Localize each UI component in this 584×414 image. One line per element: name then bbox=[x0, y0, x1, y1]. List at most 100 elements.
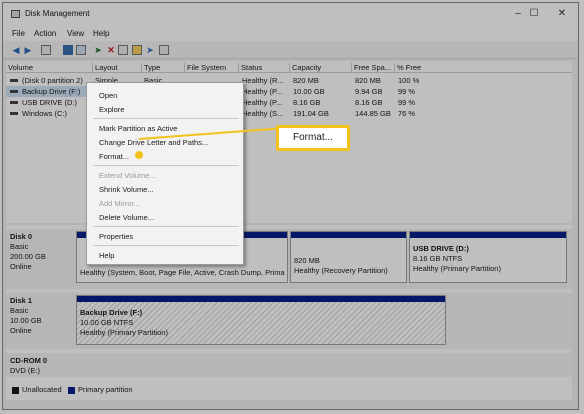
volume-name: (Disk 0 partition 2) bbox=[22, 76, 83, 85]
disk-0-state: Online bbox=[10, 262, 32, 271]
volume-capacity: 8.16 GB bbox=[293, 98, 321, 107]
legend-unallocated: Unallocated bbox=[22, 385, 62, 394]
menu-separator bbox=[93, 165, 239, 166]
volume-icon bbox=[10, 112, 18, 115]
menu-item-explore[interactable]: Explore bbox=[99, 105, 124, 114]
menu-item-add-mirror: Add Mirror... bbox=[99, 199, 140, 208]
help-icon[interactable] bbox=[76, 45, 86, 55]
disk-0-type: Basic bbox=[10, 242, 29, 251]
menu-separator bbox=[93, 118, 239, 119]
properties-icon[interactable] bbox=[63, 45, 73, 55]
volume-name: USB DRIVE (D:) bbox=[22, 98, 78, 107]
menu-item-format[interactable]: Format... bbox=[99, 152, 129, 161]
column-volume[interactable]: Volume bbox=[6, 63, 33, 73]
volume-status: Healthy (S... bbox=[242, 109, 284, 118]
window-title: Disk Management bbox=[25, 9, 90, 18]
volume-icon bbox=[10, 90, 18, 93]
menu-item-change-letter[interactable]: Change Drive Letter and Paths... bbox=[99, 138, 208, 147]
menu-item-help[interactable]: Help bbox=[99, 251, 114, 260]
menu-item-open[interactable]: Open bbox=[99, 91, 117, 100]
disk-1-state: Online bbox=[10, 326, 32, 335]
callout-dot bbox=[135, 151, 143, 159]
partition-status: Healthy (System, Boot, Page File, Active… bbox=[80, 268, 285, 277]
volume-row-details[interactable]: Healthy (P... 10.00 GB 9.94 GB 99 % bbox=[236, 86, 536, 97]
partition-bar bbox=[291, 232, 406, 238]
column-status[interactable]: Status bbox=[238, 63, 262, 73]
connect-icon[interactable]: ➤ bbox=[93, 45, 103, 55]
volume-percent: 99 % bbox=[398, 87, 416, 96]
cdrom-info[interactable]: CD-ROM 0 DVD (E:) bbox=[10, 356, 74, 376]
back-icon[interactable]: ◀ bbox=[11, 45, 21, 55]
cdrom-name: CD-ROM 0 bbox=[10, 356, 48, 365]
partition-bar bbox=[410, 232, 566, 238]
partition-usb-drive[interactable]: USB DRIVE (D:) 8.16 GB NTFS Healthy (Pri… bbox=[409, 231, 567, 283]
disk-0-info[interactable]: Disk 0 Basic 200.00 GB Online bbox=[10, 232, 74, 272]
up-icon[interactable] bbox=[41, 45, 51, 55]
disk-1-size: 10.00 GB bbox=[10, 316, 42, 325]
primary-swatch bbox=[68, 387, 75, 394]
volume-list-header: Volume Layout Type File System Status Ca… bbox=[6, 61, 572, 73]
column-percent-free[interactable]: % Free bbox=[394, 63, 421, 73]
menu-file[interactable]: File bbox=[12, 29, 25, 38]
volume-icon bbox=[10, 101, 18, 104]
menu-separator bbox=[93, 245, 239, 246]
partition-recovery[interactable]: 820 MB Healthy (Recovery Partition) bbox=[290, 231, 407, 283]
menu-view[interactable]: View bbox=[67, 29, 84, 38]
menu-item-mark-active[interactable]: Mark Partition as Active bbox=[99, 124, 177, 133]
menu-bar: File Action View Help bbox=[3, 25, 578, 41]
partition-bar bbox=[77, 296, 445, 302]
volume-capacity: 820 MB bbox=[293, 76, 319, 85]
explore-icon[interactable]: ➤ bbox=[145, 45, 155, 55]
cdrom-row: CD-ROM 0 DVD (E:) bbox=[6, 353, 572, 377]
menu-item-properties[interactable]: Properties bbox=[99, 232, 133, 241]
column-free-space[interactable]: Free Spa... bbox=[351, 63, 391, 73]
maximize-icon[interactable]: ☐ bbox=[524, 7, 544, 21]
volume-icon bbox=[10, 79, 18, 82]
legend: Unallocated Primary partition bbox=[6, 383, 572, 397]
volume-free: 820 MB bbox=[355, 76, 381, 85]
column-capacity[interactable]: Capacity bbox=[289, 63, 321, 73]
volume-free: 144.85 GB bbox=[355, 109, 391, 118]
unallocated-swatch bbox=[12, 387, 19, 394]
volume-status: Healthy (R... bbox=[242, 76, 284, 85]
volume-status: Healthy (P... bbox=[242, 98, 283, 107]
new-icon[interactable] bbox=[132, 45, 142, 55]
disk-1-info[interactable]: Disk 1 Basic 10.00 GB Online bbox=[10, 296, 74, 336]
disk-1-name: Disk 1 bbox=[10, 296, 33, 305]
volume-capacity: 191.04 GB bbox=[293, 109, 329, 118]
disk-0-name: Disk 0 bbox=[10, 232, 33, 241]
delete-icon[interactable]: ✕ bbox=[106, 45, 116, 55]
volume-name: Windows (C:) bbox=[22, 109, 68, 118]
partition-name: USB DRIVE (D:) bbox=[413, 244, 469, 253]
menu-item-delete[interactable]: Delete Volume... bbox=[99, 213, 154, 222]
title-bar: Disk Management – ☐ ✕ bbox=[3, 3, 578, 25]
menu-help[interactable]: Help bbox=[93, 29, 109, 38]
view-icon[interactable] bbox=[159, 45, 169, 55]
disk-management-icon bbox=[11, 10, 20, 18]
partition-status: Healthy (Recovery Partition) bbox=[294, 266, 388, 275]
volume-name: Backup Drive (F:) bbox=[22, 87, 81, 96]
partition-status: Healthy (Primary Partition) bbox=[80, 328, 168, 337]
partition-size: 8.16 GB NTFS bbox=[413, 254, 463, 263]
menu-action[interactable]: Action bbox=[34, 29, 56, 38]
menu-separator bbox=[93, 226, 239, 227]
volume-capacity: 10.00 GB bbox=[293, 87, 325, 96]
volume-status: Healthy (P... bbox=[242, 87, 283, 96]
partition-size: 820 MB bbox=[294, 256, 320, 265]
rescan-icon[interactable] bbox=[118, 45, 128, 55]
format-callout: Format... bbox=[276, 125, 350, 151]
column-layout[interactable]: Layout bbox=[92, 63, 118, 73]
column-type[interactable]: Type bbox=[141, 63, 160, 73]
disk-1-type: Basic bbox=[10, 306, 29, 315]
partition-backup-drive[interactable]: Backup Drive (F:) 10.00 GB NTFS Healthy … bbox=[76, 295, 446, 345]
menu-item-shrink[interactable]: Shrink Volume... bbox=[99, 185, 154, 194]
context-menu: Open Explore Mark Partition as Active Ch… bbox=[86, 82, 244, 265]
column-file-system[interactable]: File System bbox=[184, 63, 226, 73]
cdrom-drive: DVD (E:) bbox=[10, 366, 40, 375]
legend-primary: Primary partition bbox=[78, 385, 133, 394]
forward-icon[interactable]: ▶ bbox=[23, 45, 33, 55]
volume-percent: 99 % bbox=[398, 98, 416, 107]
volume-row-selected[interactable]: Backup Drive (F:) bbox=[6, 86, 89, 97]
close-icon[interactable]: ✕ bbox=[552, 7, 572, 21]
volume-percent: 76 % bbox=[398, 109, 416, 118]
